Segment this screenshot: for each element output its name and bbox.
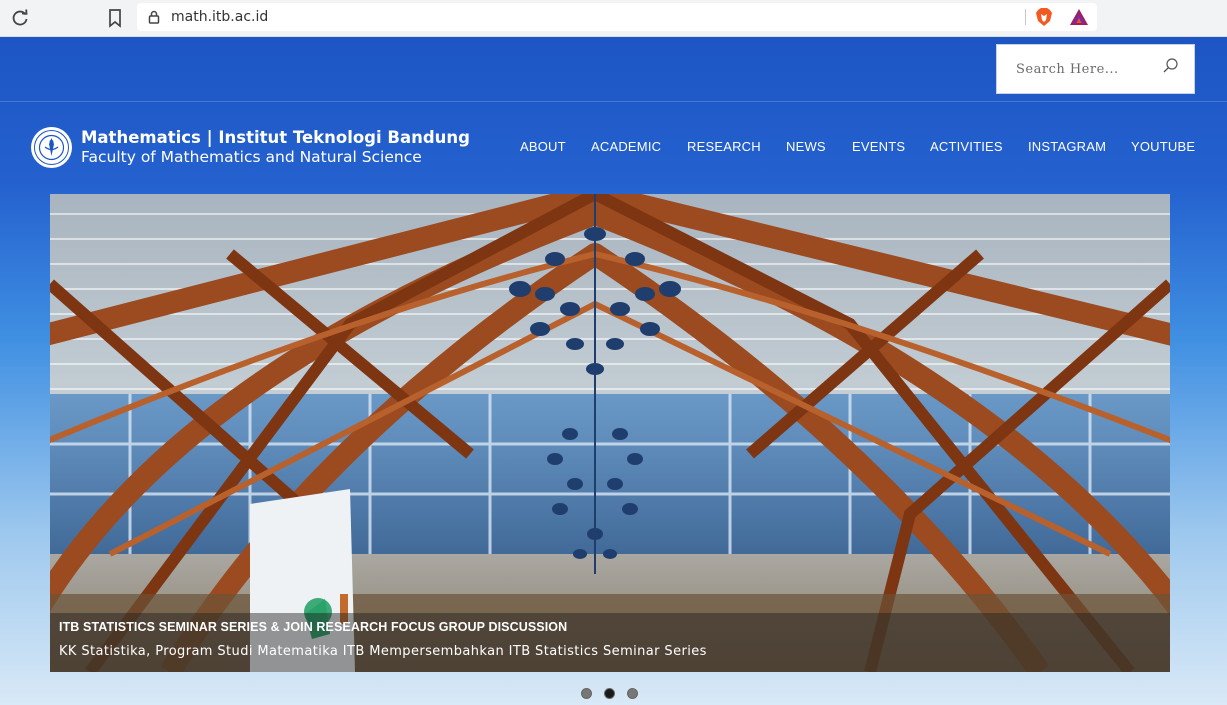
address-bar[interactable]: math.itb.ac.id — [137, 3, 1097, 31]
nav-academic[interactable]: ACADEMIC — [591, 139, 661, 154]
bookmark-icon[interactable] — [107, 8, 123, 28]
slide-caption-title[interactable]: ITB STATISTICS SEMINAR SERIES & JOIN RES… — [59, 620, 567, 634]
slider-dot-1[interactable] — [581, 688, 592, 699]
nav-news[interactable]: NEWS — [786, 139, 826, 154]
main-nav: ABOUT ACADEMIC RESEARCH NEWS EVENTS ACTI… — [0, 139, 1227, 159]
header-divider — [0, 101, 1227, 102]
nav-events[interactable]: EVENTS — [852, 139, 905, 154]
url-separator — [1025, 9, 1026, 25]
lock-icon — [148, 10, 160, 24]
site-header-area: Mathematics | Institut Teknologi Bandung… — [0, 37, 1227, 705]
nav-instagram[interactable]: INSTAGRAM — [1028, 139, 1106, 154]
search-input[interactable] — [997, 45, 1157, 93]
slider-pagination — [580, 688, 650, 700]
slide-caption: ITB STATISTICS SEMINAR SERIES & JOIN RES… — [50, 613, 1170, 672]
nav-about[interactable]: ABOUT — [520, 139, 566, 154]
slide-caption-text: KK Statistika, Program Studi Matematika … — [59, 644, 707, 659]
nav-activities[interactable]: ACTIVITIES — [930, 139, 1003, 154]
bat-rewards-icon[interactable] — [1069, 8, 1089, 26]
hero-slide[interactable]: ITB STATISTICS SEMINAR SERIES & JOIN RES… — [50, 194, 1170, 672]
search-box — [996, 44, 1195, 94]
slider-dot-2[interactable] — [604, 688, 615, 699]
brave-shield-icon[interactable] — [1035, 7, 1053, 27]
nav-youtube[interactable]: YOUTUBE — [1131, 139, 1195, 154]
browser-toolbar: math.itb.ac.id — [0, 0, 1227, 37]
search-icon[interactable] — [1159, 56, 1181, 78]
slider-dot-3[interactable] — [627, 688, 638, 699]
reload-icon[interactable] — [10, 8, 30, 28]
hall-ceiling-photo — [50, 194, 1170, 672]
nav-research[interactable]: RESEARCH — [687, 139, 761, 154]
url-text: math.itb.ac.id — [171, 9, 269, 25]
